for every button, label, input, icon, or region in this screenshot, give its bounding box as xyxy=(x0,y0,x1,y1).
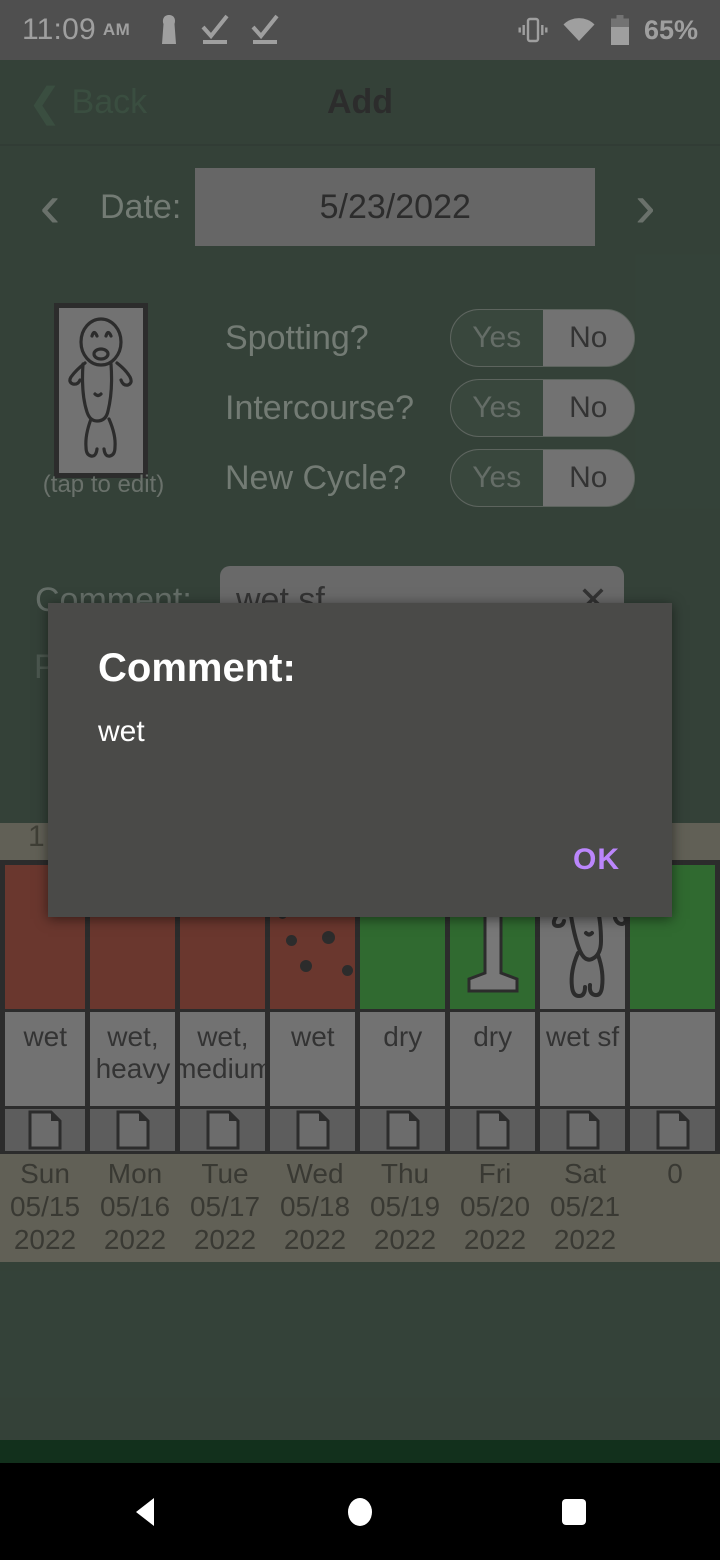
comment-dialog: Comment: wet OK xyxy=(48,603,672,917)
back-triangle-icon[interactable] xyxy=(124,1490,168,1534)
system-nav-bar xyxy=(0,1463,720,1560)
recents-square-icon[interactable] xyxy=(552,1490,596,1534)
dialog-title: Comment: xyxy=(98,646,296,690)
home-circle-icon[interactable] xyxy=(338,1490,382,1534)
dialog-ok-button[interactable]: OK xyxy=(573,843,620,877)
app-root: 1 wetwet, heavywet, mediumwetdrydrywet s… xyxy=(0,0,720,1560)
dialog-message: wet xyxy=(98,715,145,748)
